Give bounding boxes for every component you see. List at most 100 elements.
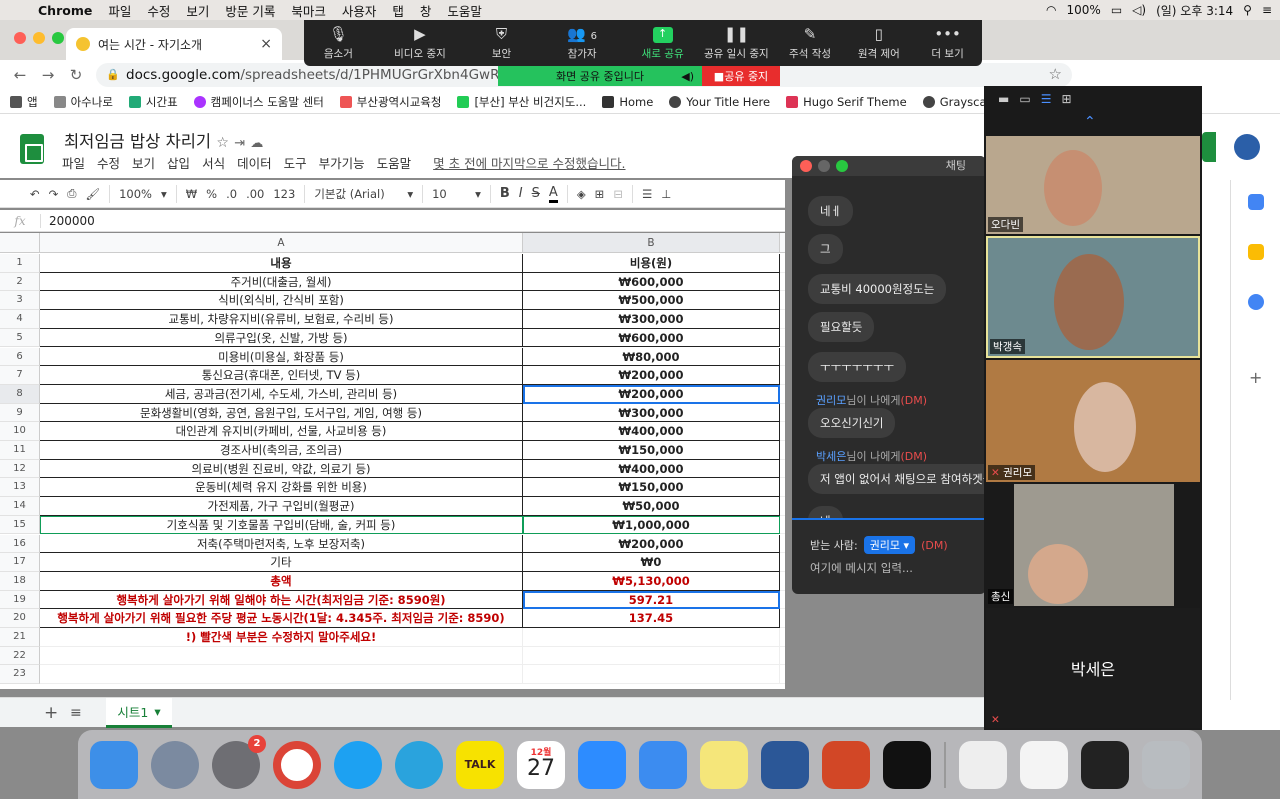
cell-b[interactable]: ₩600,000 xyxy=(523,328,780,348)
cell-c[interactable] xyxy=(780,647,785,666)
cell-c[interactable] xyxy=(780,404,785,423)
cell-c[interactable] xyxy=(780,516,785,535)
row-header[interactable]: 1 xyxy=(0,254,40,273)
increase-decimal-button[interactable]: .00 xyxy=(246,187,264,201)
cell-b[interactable]: ₩300,000 xyxy=(523,310,780,329)
row-header[interactable]: 20 xyxy=(0,609,40,628)
bookmark-your-title[interactable]: Your Title Here xyxy=(669,95,770,109)
chat-input[interactable]: 여기에 메시지 입력... xyxy=(810,560,913,576)
menu-file[interactable]: 파일 xyxy=(108,1,131,20)
cell-a[interactable]: 주거비(대출금, 월세) xyxy=(40,272,523,292)
avatar[interactable] xyxy=(1234,134,1260,160)
row-header[interactable]: 4 xyxy=(0,310,40,329)
word-icon[interactable] xyxy=(761,740,809,789)
cell-c[interactable] xyxy=(780,591,785,610)
speaker-view-icon[interactable]: ☰ xyxy=(1041,92,1052,106)
chat-message[interactable]: 저 앱이 없어서 채팅으로 참여하겟습니다 xyxy=(808,464,986,494)
cloud-status-icon[interactable]: ☁ xyxy=(250,136,263,151)
row-header[interactable]: 14 xyxy=(0,497,40,516)
new-share-button[interactable]: ↑ 새로 공유 xyxy=(628,27,697,61)
cell-c[interactable] xyxy=(780,535,785,554)
star-icon[interactable]: ☆ xyxy=(216,135,229,151)
menu-tab[interactable]: 탭 xyxy=(392,1,404,20)
wifi-icon[interactable]: ◠ xyxy=(1046,3,1056,17)
cell-b[interactable]: ₩200,000 xyxy=(523,384,780,404)
kakaotalk-icon[interactable]: TALK xyxy=(456,740,504,789)
bookmark-campaigners[interactable]: 캠페이너스 도움말 센터 xyxy=(193,94,324,110)
dropdown-arrow-icon[interactable]: ▾ xyxy=(407,187,413,201)
cell-a[interactable]: 대인관계 유지비(카페비, 선물, 사교비용 등) xyxy=(40,422,523,441)
print-icon[interactable]: ⎙ xyxy=(67,186,76,201)
row-header[interactable]: 22 xyxy=(0,646,40,666)
bookmark-star-icon[interactable]: ☆ xyxy=(1049,65,1062,83)
calendar-icon[interactable] xyxy=(1248,194,1264,210)
telegram-icon[interactable] xyxy=(395,740,443,789)
sheets-menu-addons[interactable]: 부가기능 xyxy=(319,153,365,172)
row-header[interactable]: 5 xyxy=(0,328,40,348)
chrome-icon[interactable] xyxy=(273,740,321,789)
acrobat-icon[interactable] xyxy=(883,740,931,789)
row-header[interactable]: 3 xyxy=(0,291,40,311)
cell-a[interactable]: 총액 xyxy=(40,571,523,591)
security-button[interactable]: ⛨ 보안 xyxy=(467,25,536,61)
docx-file-icon[interactable] xyxy=(959,740,1007,789)
menu-app-name[interactable]: Chrome xyxy=(38,3,92,18)
font-size-select[interactable]: 10 xyxy=(432,187,466,201)
cell-c[interactable] xyxy=(780,460,785,479)
share-button-edge[interactable] xyxy=(1202,132,1216,162)
row-header[interactable]: 7 xyxy=(0,366,40,385)
cell-c[interactable] xyxy=(780,273,785,292)
minimize-window-icon[interactable] xyxy=(33,32,45,44)
cell-c[interactable] xyxy=(780,422,785,441)
fill-color-icon[interactable]: ◈ xyxy=(577,187,586,201)
zoom-chat-icon[interactable] xyxy=(836,160,848,172)
row-header[interactable]: 10 xyxy=(0,422,40,441)
scroll-up-icon[interactable]: ⌃ xyxy=(1084,114,1096,130)
battery-percent[interactable]: 100% xyxy=(1067,3,1101,17)
video-tile-3[interactable]: ✕ 권리모 xyxy=(986,360,1200,482)
row-header[interactable]: 21 xyxy=(0,628,40,647)
launchpad-icon[interactable] xyxy=(151,740,199,789)
video-tile-4[interactable]: 총신 xyxy=(986,484,1200,606)
cell-b[interactable]: ₩150,000 xyxy=(523,478,780,498)
zoom-window-icon[interactable] xyxy=(52,32,64,44)
annotate-button[interactable]: ✎ 주석 작성 xyxy=(776,25,845,61)
close-chat-icon[interactable] xyxy=(800,160,812,172)
sheets-menu-file[interactable]: 파일 xyxy=(62,153,85,172)
cell-b[interactable] xyxy=(523,665,780,685)
document-title[interactable]: 최저임금 밥상 차리기 ☆ ⇥ ☁ xyxy=(64,128,263,152)
column-header-a[interactable]: A xyxy=(40,233,523,253)
cell-c[interactable] xyxy=(780,385,785,404)
menu-bookmarks[interactable]: 북마크 xyxy=(291,1,326,20)
minimize-video-icon[interactable]: ▬ xyxy=(998,92,1009,106)
screenshot-icon[interactable] xyxy=(1081,740,1129,789)
all-sheets-icon[interactable]: ≡ xyxy=(70,705,82,721)
dropdown-arrow-icon[interactable]: ▾ xyxy=(161,187,167,201)
cell-b[interactable]: ₩50,000 xyxy=(523,497,780,516)
cell-b[interactable]: ₩300,000 xyxy=(523,403,780,423)
search-icon[interactable]: ⚲ xyxy=(1243,3,1252,17)
cell-b[interactable]: ₩400,000 xyxy=(523,459,780,479)
cell-b[interactable] xyxy=(523,628,780,647)
menu-edit[interactable]: 수정 xyxy=(147,1,170,20)
paint-format-icon[interactable]: 🖌 xyxy=(85,187,100,201)
cell-c[interactable] xyxy=(780,572,785,591)
sheets-menu-tools[interactable]: 도구 xyxy=(284,153,307,172)
sheets-menu-edit[interactable]: 수정 xyxy=(97,153,120,172)
keep-icon[interactable] xyxy=(1248,244,1264,260)
lock-icon[interactable]: 🔒 xyxy=(106,68,120,81)
number-format-select[interactable]: 123 xyxy=(273,187,295,201)
sharing-indicator[interactable]: 화면 공유 중입니다 ◀) xyxy=(498,66,702,86)
cell-b[interactable]: ₩150,000 xyxy=(523,441,780,460)
back-icon[interactable]: ← xyxy=(6,66,34,84)
video-tile-1[interactable]: 오다빈 xyxy=(986,136,1200,234)
cell-c[interactable] xyxy=(780,609,785,628)
cell-b[interactable]: 137.45 xyxy=(523,609,780,628)
cell-b[interactable]: ₩200,000 xyxy=(523,534,780,554)
row-header[interactable]: 8 xyxy=(0,384,40,404)
sheets-menu-insert[interactable]: 삽입 xyxy=(167,153,190,172)
column-header-c[interactable] xyxy=(780,233,785,253)
select-all-corner[interactable] xyxy=(0,233,40,253)
mute-button[interactable]: 🎙 음소거 xyxy=(304,25,373,61)
bold-icon[interactable]: B xyxy=(500,186,510,201)
